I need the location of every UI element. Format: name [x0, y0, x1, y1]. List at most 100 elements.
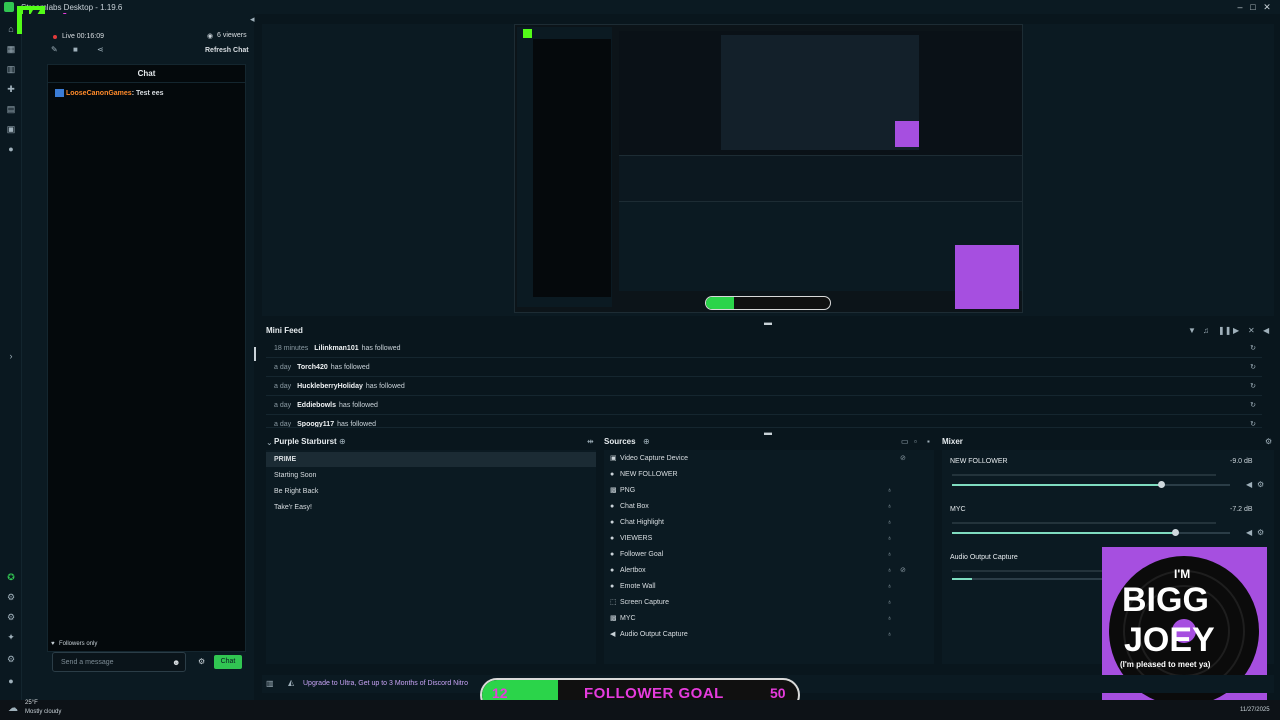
expand-chevron-icon[interactable]: ›: [6, 351, 16, 361]
studio-icon[interactable]: ▥: [6, 64, 16, 74]
mute-icon[interactable]: ✕: [1248, 326, 1255, 335]
drag-handle-icon[interactable]: ▬: [764, 318, 772, 327]
source-item[interactable]: ● Chat Highlight ♁: [604, 515, 934, 531]
share-icon[interactable]: ⋖: [97, 45, 104, 54]
replay-icon[interactable]: ↻: [1250, 397, 1256, 415]
screen-icon: ⬚: [610, 599, 617, 606]
badge-line3: JOEY: [1124, 621, 1215, 659]
source-item[interactable]: ● Follower Goal ♁: [604, 547, 934, 563]
minimize-icon[interactable]: –: [1235, 2, 1245, 12]
lock-icon[interactable]: ♁: [887, 499, 892, 515]
lock-icon[interactable]: ♁: [887, 627, 892, 643]
channel-settings-icon[interactable]: ⚙: [1257, 480, 1264, 489]
group-icon[interactable]: ▭: [901, 437, 909, 446]
edit-stream-icon[interactable]: ✎: [51, 45, 58, 54]
video-icon[interactable]: ■: [73, 45, 78, 54]
filter-icon[interactable]: ▼: [1188, 326, 1196, 335]
goal-target: 50: [770, 685, 786, 701]
chat-message-input[interactable]: Send a message ☻: [52, 652, 186, 672]
volume-icon[interactable]: ◀: [1263, 326, 1269, 335]
chat-settings-icon[interactable]: ⚙: [198, 657, 205, 666]
help-icon[interactable]: ✦: [6, 632, 16, 642]
source-item[interactable]: ● Chat Box ♁: [604, 499, 934, 515]
source-item[interactable]: ● Emote Wall ♁: [604, 579, 934, 595]
skip-icon[interactable]: ▶: [1233, 326, 1239, 335]
badge-line1: I'M: [1174, 567, 1191, 581]
maximize-icon[interactable]: □: [1248, 2, 1258, 12]
chat-username[interactable]: LooseCanonGames: [66, 90, 132, 97]
replay-icon[interactable]: ↻: [1250, 378, 1256, 396]
themes-icon[interactable]: ✚: [6, 84, 16, 94]
collapse-chat-icon[interactable]: ◂: [250, 14, 255, 25]
resize-handle[interactable]: [254, 347, 256, 361]
lock-icon[interactable]: ♁: [887, 531, 892, 547]
highlighter-icon[interactable]: ●: [6, 144, 16, 154]
weather-desc[interactable]: Mostly cloudy: [25, 709, 61, 715]
source-item[interactable]: ⬚ Screen Capture ♁: [604, 595, 934, 611]
source-item[interactable]: ▣ Video Capture Device ⊘: [604, 451, 934, 467]
scene-item[interactable]: Be Right Back: [266, 484, 596, 499]
speaker-icon[interactable]: ◀: [1246, 528, 1252, 537]
source-item[interactable]: ▩ MYC ♁: [604, 611, 934, 627]
profile-icon[interactable]: ●: [6, 676, 16, 686]
lock-icon[interactable]: ♁: [887, 563, 892, 579]
layout-icon[interactable]: ▦: [6, 44, 16, 54]
pause-icon[interactable]: ❚❚: [1218, 326, 1231, 335]
goal-current: 12: [492, 685, 508, 701]
stats-icon[interactable]: ▥: [266, 679, 274, 688]
taskbar-date[interactable]: 11/27/2025: [1240, 707, 1270, 713]
scene-item[interactable]: Starting Soon: [266, 468, 596, 483]
chat-send-button[interactable]: Chat: [214, 655, 242, 669]
music-icon[interactable]: ♫: [1203, 326, 1209, 335]
replay-icon[interactable]: ↻: [1250, 340, 1256, 358]
lock-icon[interactable]: ♁: [887, 579, 892, 595]
store-icon[interactable]: ▤: [6, 104, 16, 114]
promo-link[interactable]: Upgrade to Ultra, Get up to 3 Months of …: [303, 680, 468, 687]
lock-icon[interactable]: ♁: [887, 547, 892, 563]
replay-icon[interactable]: ↻: [1250, 416, 1256, 427]
collapse-icon[interactable]: ⌄: [266, 438, 273, 447]
add-scene-icon[interactable]: ⊕: [339, 437, 346, 446]
speaker-icon[interactable]: ◀: [1246, 480, 1252, 489]
lock-icon[interactable]: ♁: [887, 483, 892, 499]
link-icon[interactable]: ⚙: [6, 612, 16, 622]
mixer-settings-icon[interactable]: ⚙: [1265, 437, 1272, 446]
transition-icon[interactable]: ⇹: [587, 437, 594, 446]
lock-icon[interactable]: ♁: [887, 611, 892, 627]
scene-collection-title[interactable]: Purple Starburst: [274, 437, 337, 446]
lock-icon[interactable]: ♁: [887, 595, 892, 611]
emoji-icon[interactable]: ☻: [172, 658, 180, 667]
settings-icon[interactable]: ⚙: [6, 654, 16, 664]
source-item[interactable]: ▩ PNG ♁: [604, 483, 934, 499]
stream-preview[interactable]: [514, 24, 1023, 313]
volume-knob[interactable]: [1172, 529, 1179, 536]
mixer-title: Mixer: [942, 437, 963, 446]
folder-add-icon[interactable]: ▪: [927, 437, 930, 446]
close-icon[interactable]: ✕: [1262, 2, 1272, 12]
source-item[interactable]: ● VIEWERS ♁: [604, 531, 934, 547]
tool-icon[interactable]: ⚙: [6, 592, 16, 602]
source-item[interactable]: ◀ Audio Output Capture ♁: [604, 627, 934, 643]
folder-icon[interactable]: ▫: [914, 437, 917, 446]
add-source-icon[interactable]: ⊕: [643, 437, 650, 446]
preview-kick-logo: [523, 29, 532, 38]
apps-icon[interactable]: ▣: [6, 124, 16, 134]
channel-settings-icon[interactable]: ⚙: [1257, 528, 1264, 537]
volume-knob[interactable]: [1158, 481, 1165, 488]
scene-item[interactable]: PRIME: [266, 452, 596, 467]
ultra-icon[interactable]: ✪: [6, 572, 16, 582]
editor-icon[interactable]: ⌂: [6, 24, 16, 34]
replay-icon[interactable]: ↻: [1250, 359, 1256, 377]
drag-handle-icon[interactable]: ▬: [764, 428, 772, 437]
viewer-count: 6 viewers: [217, 32, 247, 39]
source-item[interactable]: ● NEW FOLLOWER: [604, 467, 934, 483]
lock-icon[interactable]: ♁: [887, 515, 892, 531]
volume-slider[interactable]: [952, 578, 1102, 580]
source-item[interactable]: ● Alertbox ♁ ⊘: [604, 563, 934, 579]
feed-item: 18 minutes Lilinkman101 has followed ↻: [266, 340, 1262, 358]
refresh-chat-button[interactable]: Refresh Chat: [205, 47, 249, 54]
eye-icon: ◉: [207, 33, 214, 40]
eye-off-icon[interactable]: ⊘: [900, 451, 906, 467]
scene-item[interactable]: Take'r Easy!: [266, 500, 596, 515]
eye-off-icon[interactable]: ⊘: [900, 563, 906, 579]
